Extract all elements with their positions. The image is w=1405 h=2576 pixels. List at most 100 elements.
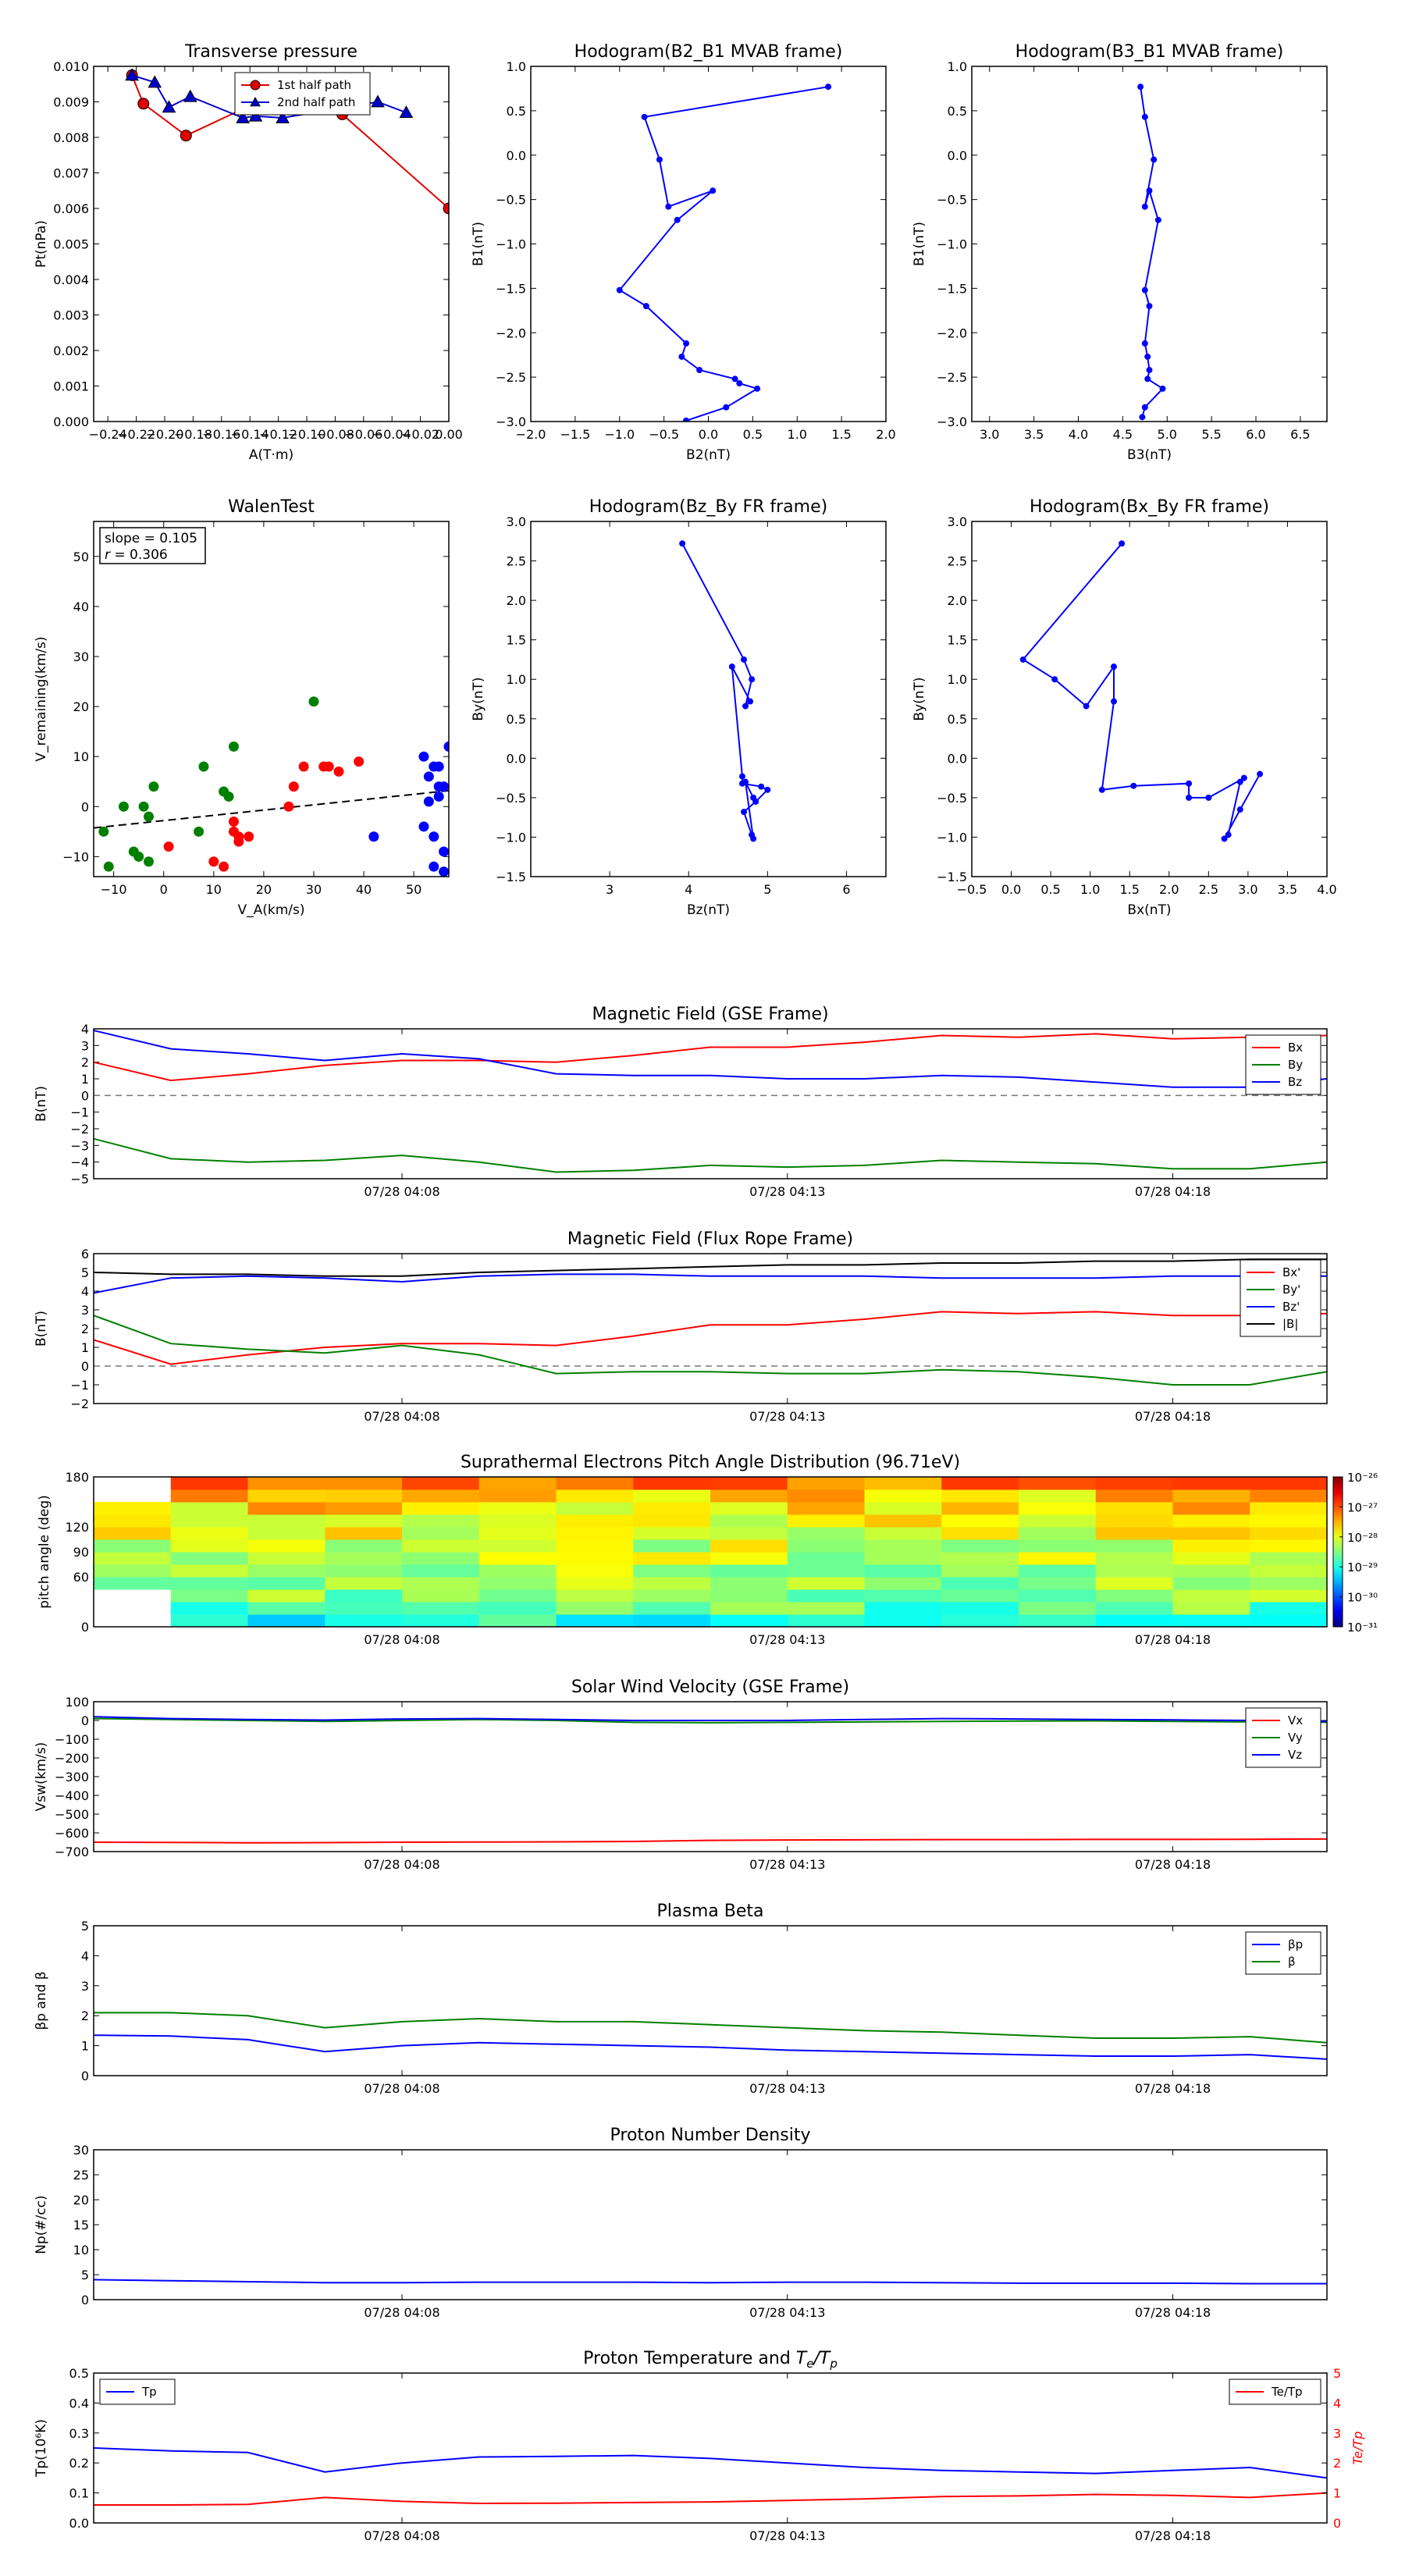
pitch-angle-cell [556, 1514, 634, 1528]
solar_wind_velocity-legend-label: Vx [1288, 1713, 1303, 1727]
pitch-angle-cell [941, 1477, 1019, 1490]
transverse_pressure-legend-label: 2nd half path [277, 95, 355, 109]
walen-point [163, 841, 174, 852]
solar_wind_velocity-ytick-label: −400 [55, 1788, 89, 1803]
walen-point [228, 817, 239, 827]
pitch-angle-cell [402, 1527, 480, 1540]
hodogram_bxby-xtick-label: 3.5 [1278, 882, 1297, 897]
pitch-angle-cell [710, 1552, 788, 1565]
proton_temperature-legend-label: Tp [141, 2385, 157, 2399]
proton_temperature-ylabel: Tp(10⁶K) [34, 2419, 49, 2478]
hodogram_b2b1-xtick-label: 1.0 [788, 427, 807, 442]
walen_test-ytick-label: 10 [73, 749, 89, 764]
hodogram_bxby-point [1186, 794, 1193, 801]
walen-point [439, 866, 449, 877]
hodogram_b2b1-ytick-label: 0.0 [507, 148, 526, 163]
pitch-angle-cell [710, 1614, 788, 1627]
pitch-angle-cell [247, 1489, 325, 1503]
colorbar-tick-label: 10⁻²⁹ [1347, 1560, 1378, 1574]
hodogram_bzby-point [679, 540, 686, 547]
hodogram_bzby-xtick-label: 3 [606, 882, 614, 897]
pitch-angle-cell [247, 1477, 325, 1490]
pitch-angle-cell [1095, 1577, 1173, 1590]
hodogram_b3b1-point [1141, 340, 1148, 347]
hodogram_bxby-xlabel: Bx(nT) [1127, 902, 1171, 918]
pitch-angle-cell [864, 1539, 942, 1553]
magnetic_field_gse-ytick-label: 2 [81, 1055, 89, 1070]
pitch-angle-cell [556, 1577, 634, 1590]
walen-point [429, 861, 439, 872]
pitch-angle-cell [633, 1514, 711, 1528]
hodogram_bxby-xtick-label: 4.0 [1317, 882, 1336, 897]
plasma_beta-legend-label: β [1288, 1955, 1296, 1969]
hodogram_bzby-point [741, 656, 747, 663]
pitch-angle-cell [633, 1539, 711, 1553]
hodogram_b3b1-ytick-label: −2.5 [937, 370, 967, 385]
hodogram_bzby-point [742, 703, 749, 710]
hodogram_b3b1-point [1141, 113, 1148, 120]
walen-point [148, 781, 159, 792]
pitch-angle-cell [1250, 1539, 1327, 1553]
pitch-angle-cell [170, 1552, 248, 1565]
hodogram_bzby-ytick-label: 1.0 [507, 672, 526, 687]
colorbar-tick-label: 10⁻²⁷ [1347, 1500, 1378, 1514]
pitch-angle-cell [478, 1614, 557, 1627]
transverse_pressure-ylabel: Pt(nPa) [34, 220, 49, 268]
hodogram_bzby-point [750, 835, 757, 842]
proton_temperature-ytick-right-label: 1 [1333, 2486, 1341, 2501]
hodogram_bxby-xtick-label: 0.5 [1040, 882, 1060, 897]
walen-point [429, 831, 439, 842]
proton_temperature-legend: Te/Tp [1229, 2379, 1321, 2405]
walen_test-title: WalenTest [228, 497, 315, 517]
colorbar-tick-label: 10⁻²⁸ [1347, 1531, 1378, 1545]
hodogram_bxby-point [1221, 835, 1228, 842]
hodogram_bxby-point [1205, 794, 1212, 801]
pitch-angle-cell [1019, 1477, 1097, 1490]
hodogram_bxby-point [1119, 540, 1126, 547]
solar_wind_velocity-legend-label: Vz [1288, 1748, 1302, 1762]
hodogram_b2b1-ytick-label: 0.5 [507, 104, 526, 119]
hodogram_b3b1-xtick-label: 3.0 [980, 427, 999, 442]
pitch-angle-cell [402, 1602, 480, 1615]
pitch-angle-cell [325, 1489, 403, 1503]
hodogram_b2b1-xtick-label: 1.5 [831, 427, 851, 442]
hodogram_b2b1-ytick-label: −1.0 [496, 237, 526, 252]
proton_temperature-title: Proton Temperature and Te/Tp [583, 2349, 838, 2371]
proton_temperature-ytick-label: 0.1 [69, 2486, 89, 2501]
magnetic_field_fr-ylabel: B(nT) [34, 1311, 49, 1347]
transverse_pressure-ytick-label: 0.003 [53, 308, 89, 323]
transverse_pressure-ytick-label: 0.000 [53, 415, 89, 429]
pitch-angle-cell [247, 1514, 325, 1528]
proton_temperature-ytick-label: 0.3 [69, 2426, 89, 2441]
hodogram_b3b1-point [1159, 385, 1166, 392]
pitch-angle-cell [787, 1514, 865, 1528]
pitch-angle-cell [556, 1477, 634, 1490]
proton_temperature-ylabel-right: Te/Tp [1350, 2432, 1365, 2465]
magnetic_field_gse-xtick-label: 07/28 04:08 [364, 1184, 439, 1199]
proton_density-ytick-label: 10 [73, 2243, 89, 2258]
pitch-angle-cell [402, 1502, 480, 1515]
hodogram_bxby-xtick-label: 0.0 [1001, 882, 1021, 897]
walen-point [208, 856, 219, 867]
pitch-angle-cell [864, 1502, 942, 1515]
walen_test-ytick-label: 40 [73, 600, 89, 614]
transverse_pressure-legend-label: 1st half path [277, 78, 351, 92]
walen-slope-text: slope = 0.105 [105, 531, 197, 546]
pitch-angle-cell [710, 1489, 788, 1503]
walen-point [439, 781, 449, 792]
hodogram_b3b1-ytick-label: 0.5 [948, 104, 967, 119]
walen_test-ylabel: V_remaining(km/s) [34, 636, 49, 761]
hodogram_b3b1-point [1146, 367, 1153, 374]
hodogram_bxby-point [1236, 806, 1243, 813]
hodogram_b2b1-point [674, 216, 681, 223]
pitch-angle-cell [1172, 1514, 1250, 1528]
proton_temperature-legend: Tp [99, 2379, 176, 2405]
pitch-angle-cell [556, 1489, 634, 1503]
hodogram_bzby-ytick-label: 3.0 [507, 514, 526, 529]
hodogram_bzby-title: Hodogram(Bz_By FR frame) [589, 497, 827, 517]
pitch-angle-cell [864, 1514, 942, 1528]
pitch-angle-cell [478, 1489, 557, 1503]
plasma_beta-ytick-label: 0 [81, 2069, 89, 2083]
hodogram_bxby-point [1130, 782, 1137, 789]
pitch-angle-cell [941, 1589, 1019, 1603]
